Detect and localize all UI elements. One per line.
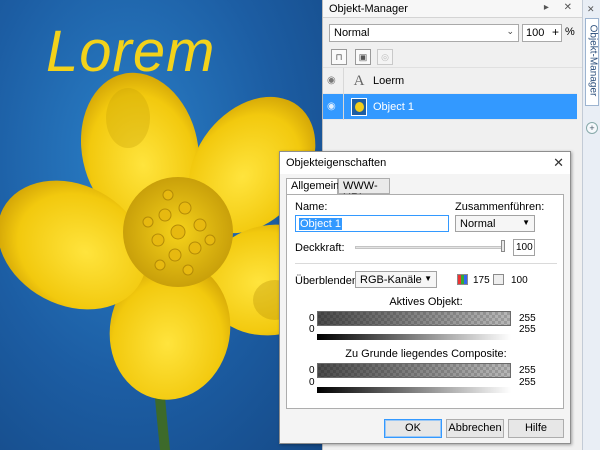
list-item[interactable]: ◉ A Loerm xyxy=(323,68,577,94)
blend-value-2: 100 xyxy=(511,275,528,286)
cancel-button[interactable]: Abbrechen xyxy=(446,419,504,438)
range-min: 0 xyxy=(309,365,315,376)
add-docker-icon[interactable]: + xyxy=(586,122,598,134)
opacity-slider[interactable] xyxy=(355,246,505,249)
chevron-down-icon: ▼ xyxy=(424,274,432,283)
channel-color-icon[interactable] xyxy=(457,274,468,285)
eye-icon[interactable]: ◉ xyxy=(327,101,339,113)
range-min: 0 xyxy=(309,313,315,324)
range-max: 255 xyxy=(519,377,536,388)
range-max: 255 xyxy=(519,324,536,335)
text-object-icon: A xyxy=(353,73,365,89)
name-field[interactable]: Object 1 xyxy=(295,215,449,232)
blend-value-1: 175 xyxy=(473,275,490,286)
range-max: 255 xyxy=(519,313,536,324)
blend-mode-value: Normal xyxy=(334,27,370,39)
bitmap-object-icon xyxy=(351,98,367,116)
name-label: Name: xyxy=(295,201,328,213)
merge-dropdown[interactable]: Normal ▼ xyxy=(455,215,535,232)
opacity-field-value: 100 xyxy=(516,242,533,253)
underlying-composite-label: Zu Grunde liegendes Composite: xyxy=(345,348,507,360)
ok-button[interactable]: OK xyxy=(384,419,442,438)
side-tab-label: Objekt-Manager xyxy=(587,24,599,97)
opacity-slider-thumb[interactable] xyxy=(501,240,505,252)
lorem-text-object[interactable]: Lorem xyxy=(46,18,215,85)
blend-label: Überblenden: xyxy=(295,275,362,287)
tone-icon[interactable] xyxy=(493,274,504,285)
docker-window-controls[interactable]: ▸ ✕ xyxy=(544,2,578,13)
tab-www-url[interactable]: WWW-URL xyxy=(338,178,390,204)
active-object-range-slider[interactable] xyxy=(317,311,511,326)
merge-value: Normal xyxy=(460,218,496,230)
opacity-input[interactable]: 100 + xyxy=(522,24,562,42)
list-item[interactable]: ◉ Object 1 xyxy=(323,94,577,120)
chevron-down-icon: ⌄ xyxy=(506,26,514,36)
object-label: Object 1 xyxy=(373,101,414,113)
close-icon[interactable]: ✕ xyxy=(553,155,564,171)
chevron-down-icon: ▼ xyxy=(522,218,530,227)
active-object-label: Aktives Objekt: xyxy=(389,296,463,308)
opacity-field[interactable]: 100 xyxy=(513,239,535,256)
object-list: ◉ A Loerm ◉ Object 1 xyxy=(323,68,577,124)
merge-label: Zusammenführen: xyxy=(455,201,545,213)
image-canvas[interactable]: Lorem xyxy=(0,0,322,450)
docker-title: Objekt-Manager xyxy=(329,3,408,15)
tab-general[interactable]: Allgemein xyxy=(286,178,339,195)
docker-side-tabs: ✕ Objekt-Manager + xyxy=(582,0,600,450)
blend-channel-dropdown[interactable]: RGB-Kanäle ▼ xyxy=(355,271,437,288)
lock-icon[interactable]: ⊓ xyxy=(331,49,347,65)
name-value: Object 1 xyxy=(299,218,342,230)
dialog-title: Objekteigenschaften xyxy=(286,157,387,169)
dialog-title-bar: Objekteigenschaften ✕ xyxy=(280,152,570,174)
layer-icon[interactable]: ▣ xyxy=(355,49,371,65)
underlying-range-slider[interactable] xyxy=(317,363,511,378)
dialog-body: Name: Object 1 Zusammenführen: Normal ▼ … xyxy=(286,194,564,409)
close-icon[interactable]: ✕ xyxy=(587,4,595,15)
docker-toolbar: Normal ⌄ 100 + % xyxy=(323,18,582,46)
tab-object-manager[interactable]: Objekt-Manager xyxy=(585,18,599,106)
range-min: 0 xyxy=(309,377,315,388)
gradient-bar xyxy=(317,387,511,393)
blend-channel-value: RGB-Kanäle xyxy=(360,274,422,286)
opacity-label: Deckkraft: xyxy=(295,242,345,254)
docker-title-bar: Objekt-Manager ▸ ✕ xyxy=(323,0,582,18)
range-min: 0 xyxy=(309,324,315,335)
spinner-icon[interactable]: + xyxy=(552,25,559,39)
percent-unit: % xyxy=(565,26,575,38)
help-button[interactable]: Hilfe xyxy=(508,419,564,438)
object-properties-dialog: Objekteigenschaften ✕ Allgemein WWW-URL … xyxy=(279,151,571,444)
new-layer-icon[interactable]: ◎ xyxy=(377,49,393,65)
eye-icon[interactable]: ◉ xyxy=(327,75,339,87)
blend-mode-dropdown[interactable]: Normal ⌄ xyxy=(329,24,519,42)
opacity-value: 100 xyxy=(526,27,545,39)
object-label: Loerm xyxy=(373,75,405,87)
range-max: 255 xyxy=(519,365,536,376)
gradient-bar xyxy=(317,334,511,340)
docker-icon-toolbar: ⊓ ▣ ◎ xyxy=(323,46,582,68)
